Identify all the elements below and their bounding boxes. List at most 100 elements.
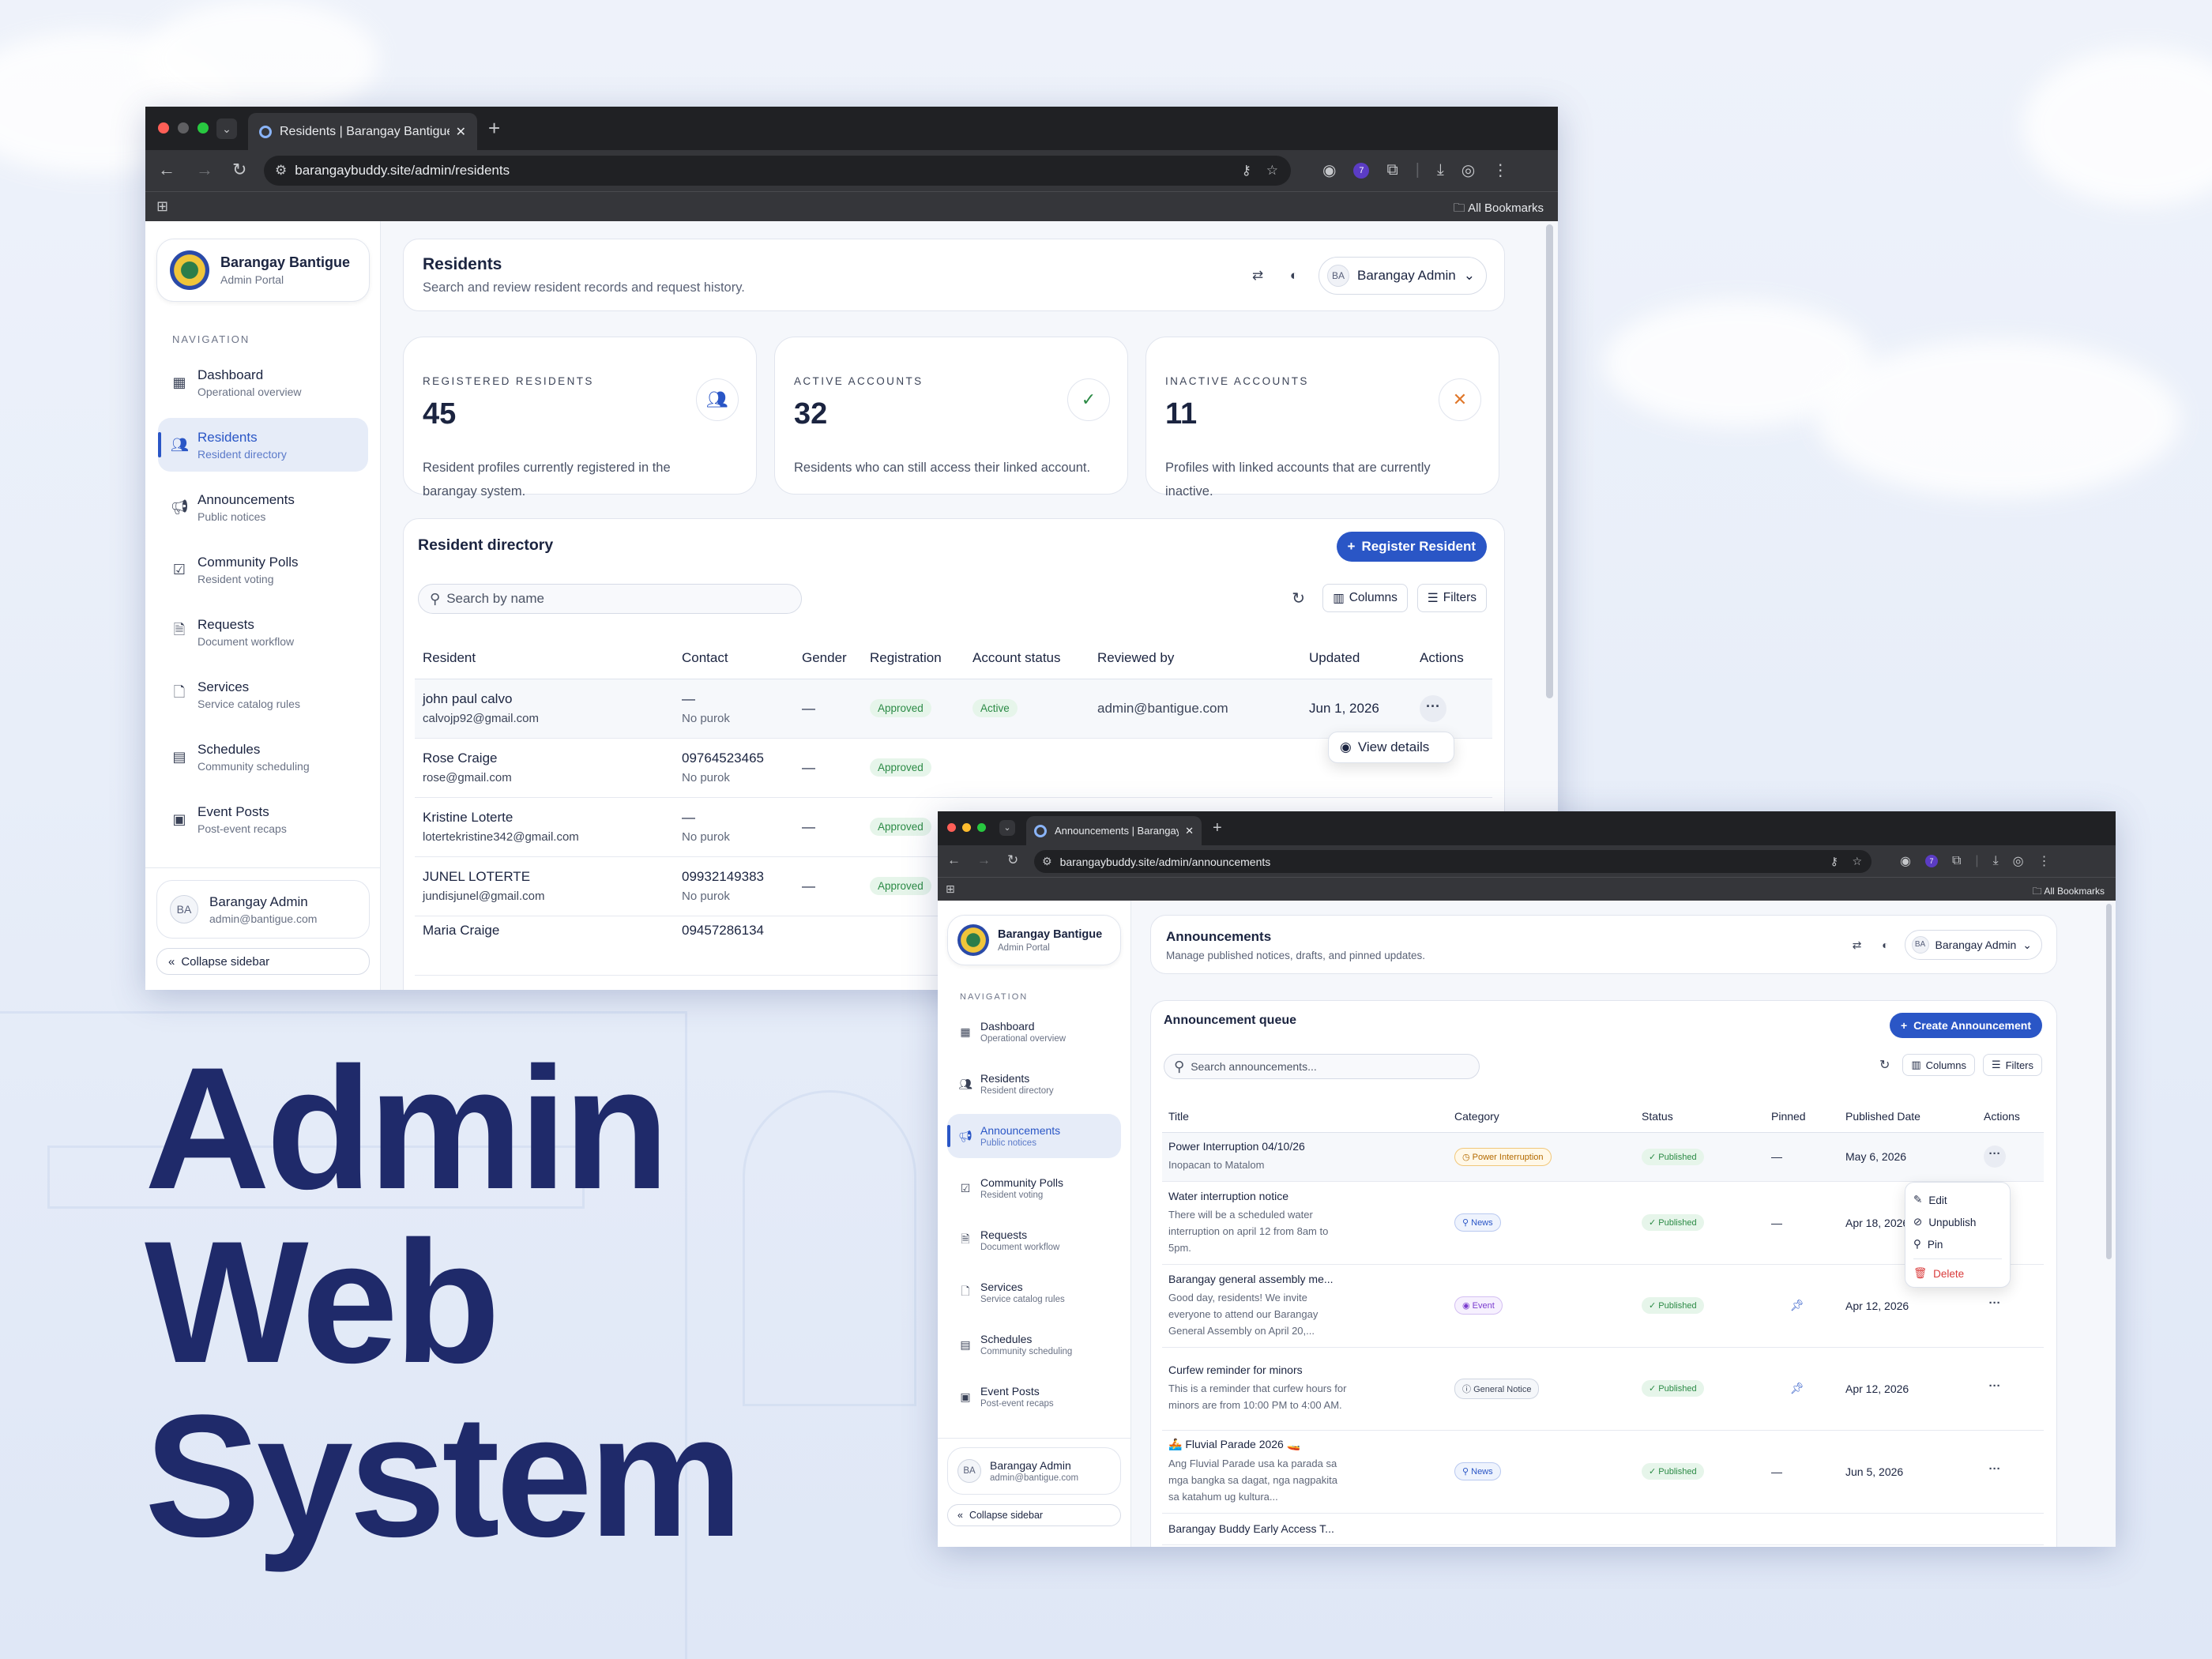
search-input[interactable]: ⚲ Search by name	[418, 584, 802, 614]
table-row[interactable]: 🚣 Fluvial Parade 2026 🚤 Ang Fluvial Parad…	[1162, 1430, 2044, 1514]
column-header[interactable]: Title	[1162, 1100, 1448, 1133]
address-bar[interactable]: ⚙ barangaybuddy.site/admin/announcements…	[1034, 850, 1872, 873]
column-header[interactable]: Actions	[1977, 1100, 2044, 1133]
new-tab-button[interactable]: +	[1213, 819, 1222, 837]
sidebar-item-dashboard[interactable]: ▦ Dashboard Operational overview	[158, 356, 368, 409]
back-icon[interactable]: ←	[947, 852, 961, 868]
create-announcement-button[interactable]: + Create Announcement	[1889, 1013, 2042, 1038]
minimize-window-button[interactable]	[962, 823, 971, 832]
brand-card[interactable]: Barangay Bantigue Admin Portal	[947, 915, 1121, 965]
scrollbar[interactable]	[2106, 904, 2112, 1259]
sidebar-item-community-polls[interactable]: ☑ Community Polls Resident voting	[947, 1166, 1121, 1210]
maximize-window-button[interactable]	[198, 122, 209, 134]
apps-grid-icon[interactable]: ⊞	[156, 198, 168, 215]
user-card[interactable]: BA Barangay Admin admin@bantigue.com	[947, 1447, 1121, 1495]
download-icon[interactable]: ⤓	[1993, 854, 1999, 868]
brand-card[interactable]: Barangay Bantigue Admin Portal	[156, 239, 370, 302]
site-info-icon[interactable]: ⚙	[1042, 855, 1052, 868]
back-icon[interactable]: ←	[158, 160, 175, 180]
close-tab-icon[interactable]: ✕	[456, 124, 466, 140]
sidebar-item-announcements[interactable]: 📢︎ Announcements Public notices	[947, 1114, 1121, 1158]
collapse-sidebar-button[interactable]: « Collapse sidebar	[156, 948, 370, 975]
reload-icon[interactable]: ↻	[232, 160, 246, 180]
theme-toggle-icon[interactable]: ◐	[1876, 935, 1895, 954]
forward-icon[interactable]: →	[196, 160, 213, 180]
user-card[interactable]: BA Barangay Admin admin@bantigue.com	[156, 880, 370, 939]
sidebar-item-schedules[interactable]: ▤ Schedules Community scheduling	[158, 730, 368, 784]
forward-icon[interactable]: →	[977, 852, 991, 868]
puzzle-icon[interactable]: ⧉	[1386, 161, 1398, 179]
password-key-icon[interactable]: ⚷	[1242, 163, 1251, 179]
password-key-icon[interactable]: ⚷	[1830, 855, 1838, 868]
table-row[interactable]: Barangay Buddy Early Access T...	[1162, 1513, 2044, 1545]
collapse-sidebar-button[interactable]: « Collapse sidebar	[947, 1504, 1121, 1526]
pin-menu-item[interactable]: ⚲ Pin	[1913, 1233, 2002, 1255]
close-tab-icon[interactable]: ✕	[1185, 825, 1194, 837]
sidebar-item-event-posts[interactable]: ▣ Event Posts Post-event recaps	[158, 792, 368, 846]
view-details-menu-item[interactable]: ◉ View details	[1340, 739, 1429, 755]
sidebar-item-community-polls[interactable]: ☑ Community Polls Resident voting	[158, 543, 368, 596]
edit-menu-item[interactable]: ✎ Edit	[1913, 1189, 2002, 1211]
kebab-menu-icon[interactable]: ⋮	[2038, 853, 2051, 869]
camera-extension-icon[interactable]: ◉	[1900, 853, 1911, 869]
minimize-window-button[interactable]	[178, 122, 189, 134]
tab-search-button[interactable]: ⌄	[216, 118, 237, 139]
sidebar-item-event-posts[interactable]: ▣ Event Posts Post-event recaps	[947, 1375, 1121, 1419]
row-actions-icon[interactable]: ···	[1984, 1378, 2006, 1400]
puzzle-icon[interactable]: ⧉	[1952, 854, 1961, 868]
browser-tab-announcements[interactable]: Announcements | Barangay Bantigue ✕	[1026, 816, 1202, 845]
translate-icon[interactable]: ⇄	[1246, 264, 1270, 288]
column-header[interactable]: Registration	[862, 638, 965, 679]
column-header[interactable]: Published Date	[1839, 1100, 1977, 1133]
column-header[interactable]: Resident	[415, 638, 674, 679]
column-header[interactable]: Category	[1448, 1100, 1635, 1133]
maximize-window-button[interactable]	[977, 823, 986, 832]
column-header[interactable]: Pinned	[1765, 1100, 1839, 1133]
search-input[interactable]: ⚲ Search announcements...	[1164, 1054, 1480, 1079]
sidebar-item-residents[interactable]: 👥︎ Residents Resident directory	[158, 418, 368, 472]
row-actions-icon[interactable]: ···	[1984, 1461, 2006, 1483]
sidebar-item-dashboard[interactable]: ▦ Dashboard Operational overview	[947, 1010, 1121, 1054]
browser-tab-residents[interactable]: Residents | Barangay Bantigue ✕	[248, 113, 477, 150]
unpublish-menu-item[interactable]: ⊘ Unpublish	[1913, 1211, 2002, 1233]
reload-icon[interactable]: ↻	[1007, 852, 1018, 868]
close-window-button[interactable]	[947, 823, 956, 832]
filters-button[interactable]: ☰ Filters	[1416, 584, 1487, 612]
camera-extension-icon[interactable]: ◉	[1322, 160, 1336, 180]
sidebar-item-requests[interactable]: 🗎 Requests Document workflow	[947, 1218, 1121, 1262]
columns-button[interactable]: ▥ Columns	[1902, 1054, 1975, 1076]
table-row[interactable]: Curfew reminder for minors This is a remi…	[1162, 1347, 2044, 1431]
row-actions-icon[interactable]: ···	[1984, 1146, 2006, 1168]
sidebar-item-announcements[interactable]: 📢︎ Announcements Public notices	[158, 480, 368, 534]
user-menu-button[interactable]: BA Barangay Admin ⌄	[1319, 257, 1487, 295]
column-header[interactable]: Reviewed by	[1089, 638, 1301, 679]
row-actions-icon[interactable]: ···	[1420, 694, 1446, 722]
kebab-menu-icon[interactable]: ⋮	[1492, 160, 1508, 180]
scrollbar[interactable]	[1546, 224, 1553, 698]
site-info-icon[interactable]: ⚙	[275, 163, 287, 179]
sidebar-item-schedules[interactable]: ▤ Schedules Community scheduling	[947, 1322, 1121, 1367]
translate-icon[interactable]: ⇄	[1848, 935, 1867, 954]
column-header[interactable]: Contact	[674, 638, 794, 679]
new-tab-button[interactable]: +	[488, 116, 500, 141]
column-header[interactable]: Gender	[794, 638, 862, 679]
columns-button[interactable]: ▥ Columns	[1322, 584, 1408, 612]
tab-search-button[interactable]: ⌄	[999, 820, 1015, 836]
sidebar-item-requests[interactable]: 🗎 Requests Document workflow	[158, 605, 368, 659]
sidebar-item-services[interactable]: 🗋 Services Service catalog rules	[158, 668, 368, 721]
extension-badge-icon[interactable]: 7	[1353, 162, 1370, 179]
user-menu-button[interactable]: BA Barangay Admin ⌄	[1904, 930, 2042, 960]
download-icon[interactable]: ⤓	[1437, 161, 1444, 179]
column-header[interactable]: Status	[1635, 1100, 1765, 1133]
sidebar-item-residents[interactable]: 👥︎ Residents Resident directory	[947, 1062, 1121, 1106]
extension-badge-icon[interactable]: 7	[1924, 855, 1938, 867]
table-row[interactable]: john paul calvo calvojp92@gmail.com — No p…	[415, 679, 1492, 739]
filters-button[interactable]: ☰ Filters	[1982, 1054, 2042, 1076]
all-bookmarks-button[interactable]: 🗀 All Bookmarks	[1454, 200, 1544, 220]
apps-grid-icon[interactable]: ⊞	[946, 882, 955, 896]
address-bar[interactable]: ⚙ barangaybuddy.site/admin/residents ⚷ ☆	[264, 156, 1291, 186]
delete-menu-item[interactable]: 🗑︎ Delete	[1913, 1262, 2002, 1285]
refresh-icon[interactable]: ↻	[1292, 589, 1305, 608]
column-header[interactable]: Account status	[965, 638, 1089, 679]
profile-icon[interactable]: ◎	[1462, 160, 1475, 180]
